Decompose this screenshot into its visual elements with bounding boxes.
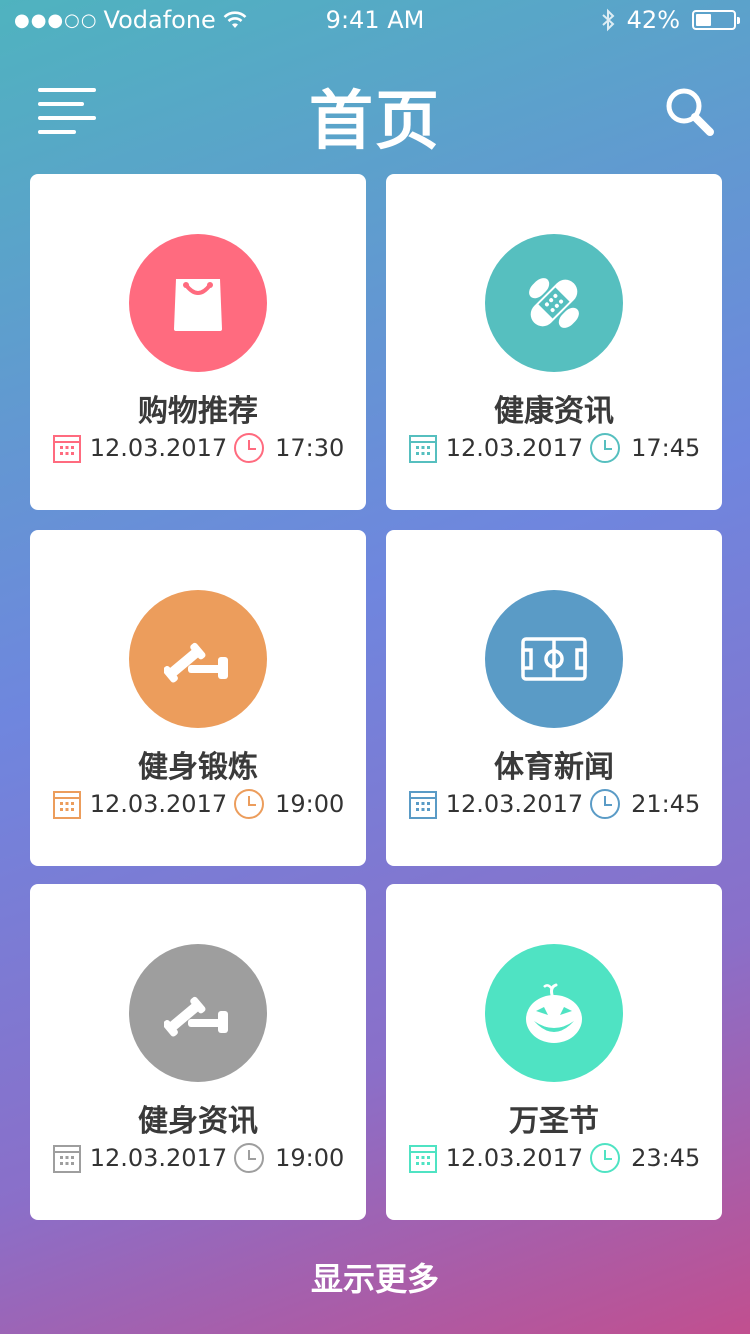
status-right: 42% bbox=[601, 6, 740, 34]
card-time: 19:00 bbox=[275, 790, 345, 818]
app-header: 首页 bbox=[0, 60, 750, 160]
calendar-icon bbox=[408, 791, 437, 819]
card-time: 19:00 bbox=[275, 1144, 345, 1172]
card-meta: 12.03.2017 23:45 bbox=[386, 1142, 722, 1174]
card-title: 万圣节 bbox=[509, 1104, 599, 1139]
calendar-icon bbox=[52, 1145, 81, 1173]
calendar-icon bbox=[52, 435, 81, 463]
category-card-sports-news[interactable]: 体育新闻 12.03.2017 21:45 bbox=[386, 530, 722, 866]
category-card-fitness-news[interactable]: 健身资讯 12.03.2017 19:00 bbox=[30, 884, 366, 1220]
calendar-icon bbox=[52, 791, 81, 819]
bluetooth-icon bbox=[601, 8, 615, 32]
icon-circle bbox=[129, 234, 267, 372]
card-date: 12.03.2017 bbox=[445, 434, 584, 462]
clock-icon bbox=[234, 789, 265, 819]
category-card-health[interactable]: 健康资讯 12.03.2017 17:45 bbox=[386, 174, 722, 510]
card-date: 12.03.2017 bbox=[89, 434, 228, 462]
soccer-field-icon bbox=[521, 637, 587, 681]
battery-icon bbox=[692, 10, 740, 30]
clock-icon bbox=[590, 1143, 621, 1173]
clock-icon bbox=[234, 1143, 265, 1173]
search-icon[interactable] bbox=[664, 86, 716, 138]
page-title: 首页 bbox=[309, 85, 441, 159]
card-time: 23:45 bbox=[631, 1144, 701, 1172]
shopping-bag-icon bbox=[174, 279, 222, 331]
icon-circle bbox=[129, 944, 267, 1082]
calendar-icon bbox=[408, 1145, 437, 1173]
battery-percent: 42% bbox=[626, 6, 680, 34]
show-more-button[interactable]: 显示更多 bbox=[0, 1254, 750, 1300]
icon-circle bbox=[485, 590, 623, 728]
category-card-workout[interactable]: 健身锻炼 12.03.2017 19:00 bbox=[30, 530, 366, 866]
clock-icon bbox=[590, 789, 621, 819]
icon-circle bbox=[485, 944, 623, 1082]
card-meta: 12.03.2017 21:45 bbox=[386, 788, 722, 820]
card-time: 17:45 bbox=[631, 434, 701, 462]
card-title: 体育新闻 bbox=[494, 750, 614, 785]
category-card-halloween[interactable]: 万圣节 12.03.2017 23:45 bbox=[386, 884, 722, 1220]
card-date: 12.03.2017 bbox=[89, 1144, 228, 1172]
card-meta: 12.03.2017 19:00 bbox=[30, 1142, 366, 1174]
status-bar: ●●●○○ Vodafone 9:41 AM 42% bbox=[0, 0, 750, 40]
card-date: 12.03.2017 bbox=[445, 790, 584, 818]
dumbbell-icon bbox=[164, 642, 228, 683]
card-meta: 12.03.2017 17:45 bbox=[386, 432, 722, 464]
dumbbell-icon bbox=[164, 996, 228, 1037]
card-title: 健身锻炼 bbox=[138, 750, 258, 785]
calendar-icon bbox=[408, 435, 437, 463]
bandage-icon bbox=[529, 278, 579, 328]
pumpkin-icon bbox=[526, 983, 582, 1043]
icon-circle bbox=[485, 234, 623, 372]
card-title: 健身资讯 bbox=[138, 1104, 258, 1139]
card-date: 12.03.2017 bbox=[89, 790, 228, 818]
icon-circle bbox=[129, 590, 267, 728]
card-title: 购物推荐 bbox=[138, 394, 258, 429]
clock-icon bbox=[590, 433, 621, 463]
card-meta: 12.03.2017 17:30 bbox=[30, 432, 366, 464]
clock-icon bbox=[234, 433, 265, 463]
card-time: 17:30 bbox=[275, 434, 345, 462]
card-time: 21:45 bbox=[631, 790, 701, 818]
card-meta: 12.03.2017 19:00 bbox=[30, 788, 366, 820]
card-date: 12.03.2017 bbox=[445, 1144, 584, 1172]
card-title: 健康资讯 bbox=[494, 394, 614, 429]
category-card-shopping[interactable]: 购物推荐 12.03.2017 17:30 bbox=[30, 174, 366, 510]
